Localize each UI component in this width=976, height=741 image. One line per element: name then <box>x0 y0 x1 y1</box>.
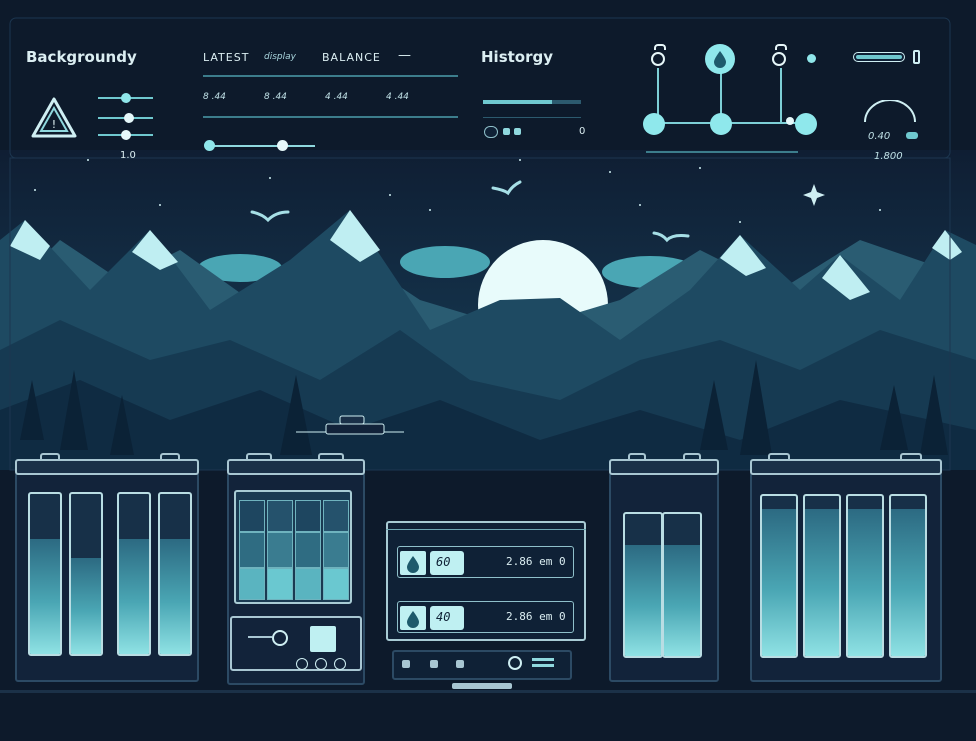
node-connector-dot <box>786 117 794 125</box>
slider-knob-1[interactable] <box>121 93 131 103</box>
row1-tag-box: 60 <box>430 551 464 575</box>
app-title: Backgroundy <box>26 48 137 66</box>
battery-fill <box>856 55 902 59</box>
gauge-arc-icon <box>864 100 916 123</box>
led-icon <box>402 660 410 668</box>
grid-display <box>234 490 352 604</box>
history-progress-fill <box>483 100 552 104</box>
control-row-1[interactable]: 60 2.86 em 0 <box>397 546 574 578</box>
cabinet-handle <box>900 453 922 461</box>
unit-foot <box>452 683 512 689</box>
slider-knob-2[interactable] <box>124 113 134 123</box>
history-title: Historgy <box>481 48 554 66</box>
readout-chip <box>906 132 918 139</box>
battery-tube <box>889 494 927 658</box>
cabinet-handle <box>40 453 60 461</box>
node-bottom-2[interactable] <box>710 113 732 135</box>
cabinet-handle <box>628 453 646 461</box>
node-connector-lines <box>646 68 806 153</box>
svg-text:!: ! <box>52 118 56 131</box>
tab-more[interactable]: — <box>398 48 411 63</box>
range-track <box>205 145 315 147</box>
led-icon <box>456 660 464 668</box>
slider-knob-3[interactable] <box>121 130 131 140</box>
battery-tube <box>760 494 798 658</box>
battery-tube <box>158 492 192 656</box>
knob-icon[interactable] <box>296 658 308 670</box>
battery-tube <box>623 512 663 658</box>
battery-tube <box>662 512 702 658</box>
ring-top-icon <box>775 44 787 50</box>
battery-bar <box>853 52 905 62</box>
droplet-icon <box>407 556 419 573</box>
row2-tag-box: 40 <box>430 606 464 630</box>
row1-value: 2.86 em 0 <box>506 555 566 568</box>
stat-value-1: 8 .44 <box>203 92 226 102</box>
control-screen <box>310 626 336 652</box>
range-knob-end[interactable] <box>277 140 288 151</box>
range-knob-start[interactable] <box>204 140 215 151</box>
battery-tube <box>803 494 841 658</box>
ring-icon[interactable] <box>651 52 665 66</box>
cabinet-handle <box>683 453 701 461</box>
control-unit-header <box>386 521 586 530</box>
dot-icon <box>807 54 816 63</box>
ring-top-icon <box>654 44 666 50</box>
ring-icon[interactable] <box>772 52 786 66</box>
stat-value-2: 8 .44 <box>264 92 287 102</box>
stat-value-3: 4 .44 <box>325 92 348 102</box>
history-toggle[interactable] <box>484 126 498 138</box>
battery-indicator-icon <box>913 50 920 64</box>
node-bottom-3[interactable] <box>795 113 817 135</box>
row2-value: 2.86 em 0 <box>506 610 566 623</box>
readout-bottom: 1.800 <box>874 151 903 162</box>
cabinet-lid-3 <box>609 459 719 475</box>
readout-top: 0.40 <box>868 131 891 142</box>
droplet-icon <box>407 611 419 628</box>
cabinet-handle <box>160 453 180 461</box>
cabinet-lid-2 <box>227 459 365 475</box>
history-chip-2 <box>514 128 521 135</box>
vehicle-icon <box>296 415 404 435</box>
tab-underline <box>203 75 458 77</box>
stat-divider <box>203 116 458 118</box>
control-line <box>248 636 272 638</box>
cabinet-handle <box>318 453 344 461</box>
droplet-badge <box>400 606 426 630</box>
battery-tube <box>117 492 151 656</box>
battery-tube <box>69 492 103 656</box>
cabinet-handle <box>246 453 272 461</box>
warning-triangle-icon[interactable]: ! <box>30 96 78 140</box>
cabinet-lid-1 <box>15 459 199 475</box>
app-window: Backgroundy LATEST display BALANCE — His… <box>0 0 976 741</box>
tab-latest[interactable]: LATEST <box>203 51 249 64</box>
indicator-line <box>532 664 554 667</box>
cabinet-handle <box>768 453 790 461</box>
tab-display[interactable]: display <box>264 52 296 62</box>
history-count: 0 <box>579 126 586 137</box>
row1-tag: 60 <box>436 555 451 569</box>
knob-icon[interactable] <box>334 658 346 670</box>
tab-balance[interactable]: BALANCE <box>322 51 381 64</box>
node-bottom-1[interactable] <box>643 113 665 135</box>
cabinet-lid-4 <box>750 459 942 475</box>
indicator-line <box>532 658 554 661</box>
droplet-node[interactable] <box>705 44 735 74</box>
led-icon <box>430 660 438 668</box>
knob-icon[interactable] <box>315 658 327 670</box>
power-knob-icon[interactable] <box>508 656 522 670</box>
history-chip-1 <box>503 128 510 135</box>
row2-tag: 40 <box>436 610 451 624</box>
droplet-badge <box>400 551 426 575</box>
control-row-2[interactable]: 40 2.86 em 0 <box>397 601 574 633</box>
battery-tube <box>28 492 62 656</box>
left-value: 1.0 <box>120 150 136 161</box>
stat-value-4: 4 .44 <box>386 92 409 102</box>
battery-tube <box>846 494 884 658</box>
history-divider <box>483 117 581 118</box>
control-dial-icon[interactable] <box>272 630 288 646</box>
history-progress-track <box>483 100 581 104</box>
droplet-icon <box>714 51 726 68</box>
